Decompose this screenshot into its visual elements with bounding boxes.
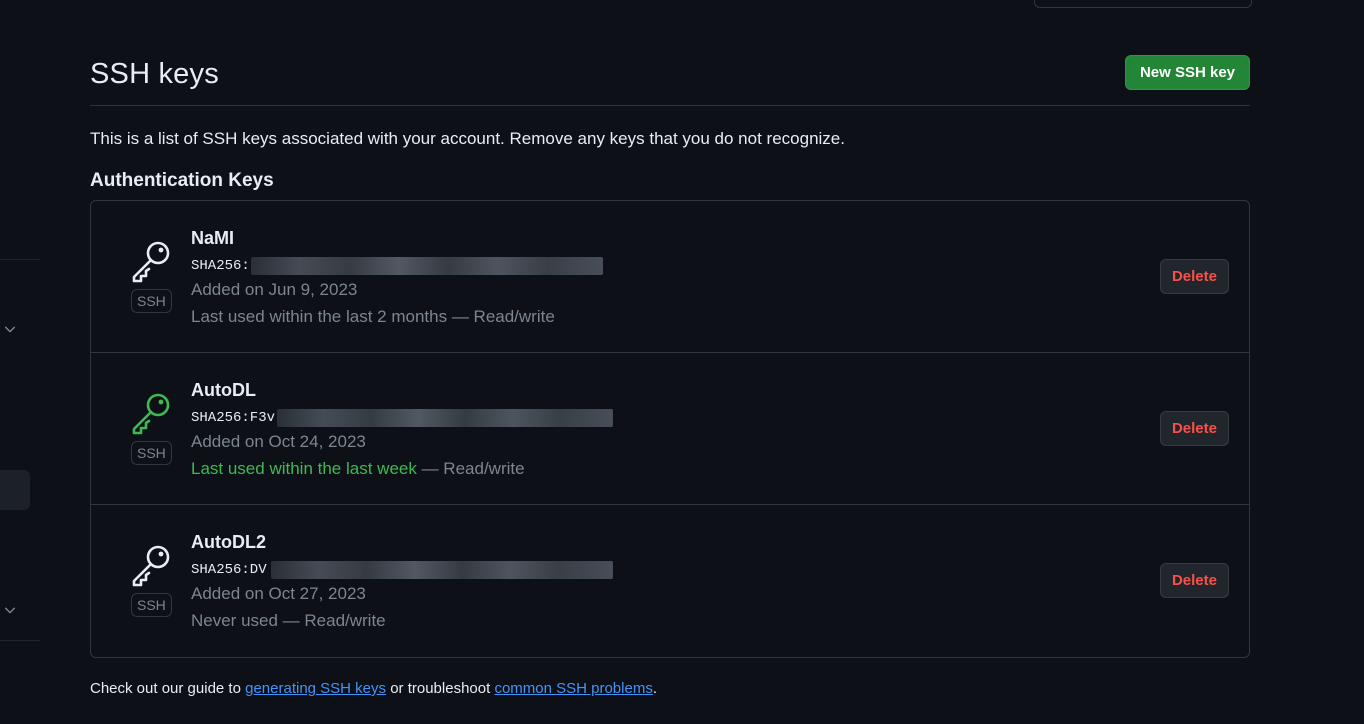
sidebar-divider (0, 259, 40, 260)
key-icon (132, 241, 170, 283)
sidebar-item-selected[interactable] (0, 470, 30, 510)
key-row-autodl: SSH AutoDL SHA256:F3v Added on Oct 24, 2… (91, 352, 1249, 504)
common-ssh-problems-link[interactable]: common SSH problems (494, 680, 652, 697)
key-row-autodl2: SSH AutoDL2 SHA256:DV Added on Oct 27, 2… (91, 504, 1249, 656)
new-ssh-key-button[interactable]: New SSH key (1124, 55, 1250, 90)
ssh-badge: SSH (131, 289, 172, 313)
ssh-key-list: SSH NaMI SHA256: Added on Jun 9, 2023 La… (90, 200, 1250, 658)
key-icon (132, 545, 170, 587)
section-title: Authentication Keys (90, 170, 274, 191)
key-last-used: Never used — Read/write (191, 611, 386, 631)
delete-button[interactable]: Delete (1159, 563, 1229, 598)
access-level: — Read/write (416, 459, 525, 478)
footer-help-text: Check out our guide to generating SSH ke… (90, 680, 657, 697)
footer-middle: or troubleshoot (386, 680, 495, 697)
search-box-edge[interactable] (1034, 0, 1252, 8)
redacted-fingerprint (251, 257, 603, 275)
page-header: SSH keys New SSH key (90, 54, 1250, 106)
key-added-date: Added on Jun 9, 2023 (191, 280, 358, 299)
chevron-down-icon[interactable] (3, 603, 17, 617)
key-fingerprint: SHA256: (191, 258, 250, 274)
key-last-used: Last used within the last week — Read/wr… (191, 459, 525, 479)
intro-text: This is a list of SSH keys associated wi… (90, 129, 845, 148)
chevron-down-icon[interactable] (3, 322, 17, 336)
key-fingerprint: SHA256:F3v (191, 410, 276, 426)
key-fingerprint: SHA256:DV (191, 562, 267, 578)
last-used-text: Never used (191, 611, 278, 630)
sidebar-divider (0, 640, 40, 641)
last-used-text: Last used within the last week (191, 459, 417, 478)
key-title: NaMI (191, 228, 235, 248)
key-title: AutoDL2 (191, 532, 266, 552)
ssh-badge: SSH (131, 441, 172, 465)
ssh-badge: SSH (131, 593, 172, 617)
page-title: SSH keys (90, 58, 219, 90)
key-added-date: Added on Oct 27, 2023 (191, 584, 366, 603)
key-last-used: Last used within the last 2 months — Rea… (191, 307, 555, 327)
generating-ssh-keys-link[interactable]: generating SSH keys (245, 680, 386, 697)
access-level: — Read/write (277, 611, 386, 630)
delete-button[interactable]: Delete (1159, 411, 1229, 446)
footer-suffix: . (652, 680, 657, 697)
delete-button[interactable]: Delete (1159, 259, 1229, 294)
key-title: AutoDL (191, 380, 256, 400)
access-level: — Read/write (447, 307, 555, 326)
last-used-text: Last used within the last 2 months (191, 307, 448, 326)
redacted-fingerprint (277, 409, 613, 427)
redacted-fingerprint (271, 561, 613, 579)
key-added-date: Added on Oct 24, 2023 (191, 432, 366, 451)
key-row-nami: SSH NaMI SHA256: Added on Jun 9, 2023 La… (91, 201, 1249, 352)
footer-prefix: Check out our guide to (90, 680, 246, 697)
key-icon (132, 393, 170, 435)
